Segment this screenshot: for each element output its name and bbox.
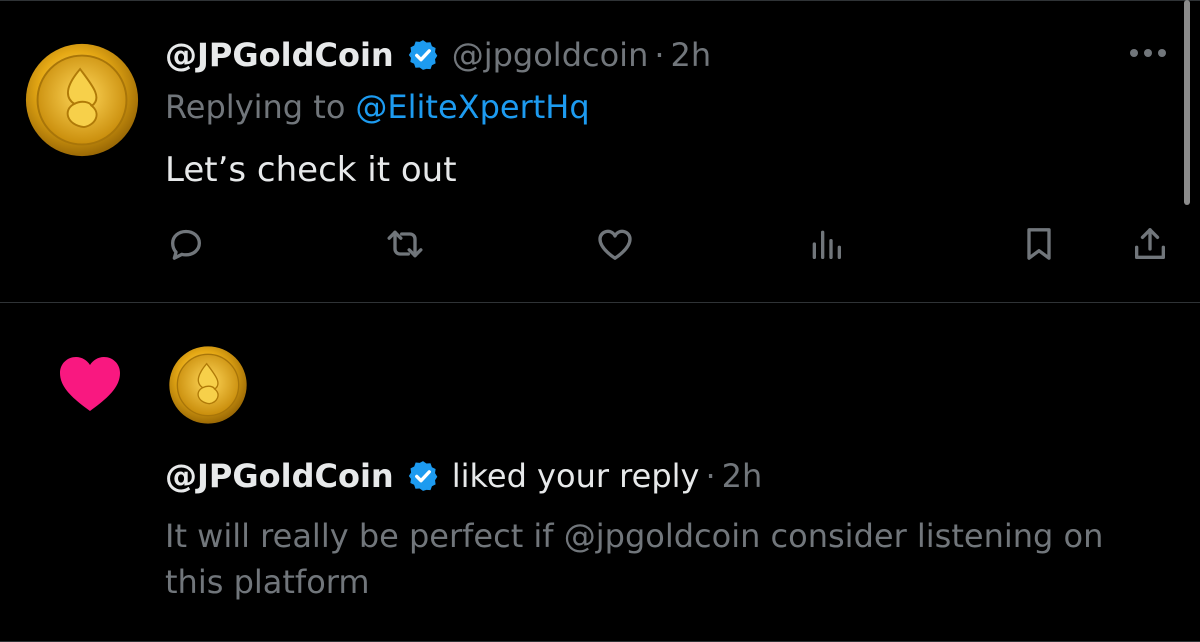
like-notification[interactable]: @JPGoldCoin liked your reply · 2h It wil… bbox=[0, 303, 1200, 642]
separator-dot: · bbox=[654, 36, 665, 74]
tweet-header: @JPGoldCoin @jpgoldcoin · 2h bbox=[165, 30, 711, 80]
verified-badge-icon bbox=[406, 459, 440, 493]
avatar[interactable] bbox=[168, 345, 248, 425]
liked-reply-text: It will really be perfect if @jpgoldcoin… bbox=[165, 517, 1104, 601]
share-icon[interactable] bbox=[1128, 222, 1172, 266]
coin-avatar-image bbox=[25, 43, 139, 157]
verified-badge-icon bbox=[406, 38, 440, 72]
tweet-text: Let’s check it out bbox=[165, 150, 457, 190]
display-name[interactable]: @JPGoldCoin bbox=[165, 36, 394, 74]
bookmark-icon[interactable] bbox=[1017, 222, 1061, 266]
avatar[interactable] bbox=[24, 42, 140, 158]
handle[interactable]: @jpgoldcoin bbox=[452, 36, 649, 74]
replying-to-mention[interactable]: @EliteXpertHq bbox=[355, 88, 589, 126]
heart-icon bbox=[58, 355, 122, 413]
coin-avatar-image bbox=[169, 346, 247, 424]
timestamp: 2h bbox=[721, 457, 763, 495]
replying-to: Replying to @EliteXpertHq bbox=[165, 84, 590, 130]
reply-icon[interactable] bbox=[164, 222, 208, 266]
tweet[interactable]: @JPGoldCoin @jpgoldcoin · 2h Replying to… bbox=[0, 0, 1200, 302]
retweet-icon[interactable] bbox=[383, 222, 427, 266]
like-icon[interactable] bbox=[593, 222, 637, 266]
replying-prefix: Replying to bbox=[165, 88, 346, 126]
separator-dot: · bbox=[705, 457, 716, 495]
timestamp[interactable]: 2h bbox=[671, 36, 712, 74]
more-options-icon[interactable] bbox=[1124, 38, 1172, 68]
notification-header: @JPGoldCoin liked your reply · 2h bbox=[165, 453, 762, 499]
notification-action-text: liked your reply bbox=[451, 457, 700, 495]
display-name[interactable]: @JPGoldCoin bbox=[165, 457, 394, 495]
views-icon[interactable] bbox=[804, 222, 848, 266]
